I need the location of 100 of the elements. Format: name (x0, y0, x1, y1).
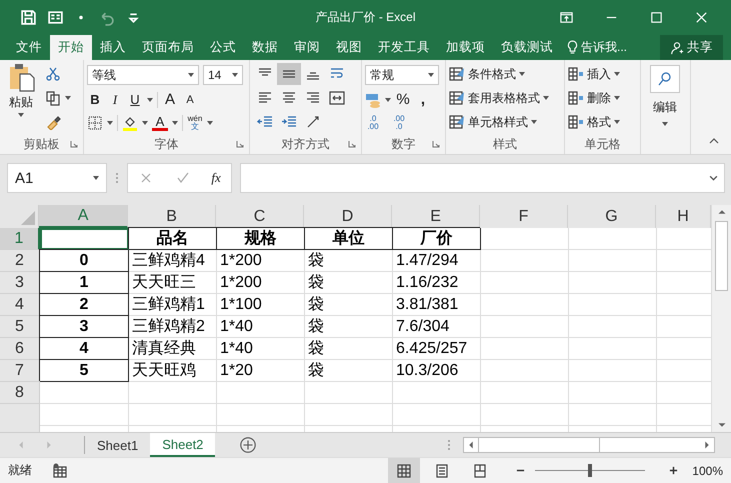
ribbon-tab[interactable]: 公式 (202, 35, 244, 60)
dialog-launcher-icon[interactable] (236, 140, 244, 148)
table-cell[interactable]: 袋 (305, 294, 393, 316)
table-cell[interactable]: 单位 (305, 228, 393, 250)
table-cell[interactable]: 3.81/381 (393, 294, 481, 316)
table-cell[interactable]: 10.3/206 (393, 360, 481, 382)
column-header[interactable]: A (39, 205, 128, 228)
formula-input[interactable] (240, 163, 725, 193)
decrease-decimal-button[interactable]: .00 .0 (391, 114, 407, 131)
table-cell[interactable]: 1.16/232 (393, 272, 481, 294)
caret-icon[interactable] (147, 98, 153, 102)
font-size-field[interactable]: 14 (203, 65, 243, 86)
zoom-in-icon[interactable] (669, 466, 678, 475)
zoom-level[interactable]: 100% (692, 464, 723, 478)
scrollbar-thumb[interactable] (715, 221, 728, 291)
font-color-button[interactable]: A (152, 114, 168, 131)
caret-icon[interactable] (107, 120, 113, 125)
percent-button[interactable]: % (395, 91, 411, 108)
shrink-font-button[interactable]: A (182, 94, 198, 106)
table-cell[interactable]: 规格 (217, 228, 305, 250)
dialog-launcher-icon[interactable] (348, 140, 356, 148)
table-cell[interactable]: 袋 (305, 250, 393, 272)
name-box[interactable]: A1 (7, 163, 107, 193)
table-cell[interactable]: 三鲜鸡精4 (129, 250, 217, 272)
style-menu-button[interactable]: 条件格式 (449, 66, 561, 82)
bold-button[interactable]: B (87, 92, 103, 108)
insert-function-button[interactable]: fx (211, 170, 221, 186)
cells-menu-button[interactable]: 删除 (568, 90, 637, 106)
borders-icon[interactable] (87, 114, 103, 131)
comma-button[interactable]: , (415, 91, 431, 108)
table-cell[interactable]: 1*20 (217, 360, 305, 382)
format-painter-icon[interactable] (45, 114, 61, 130)
cut-icon[interactable] (45, 66, 61, 82)
ribbon-options-icon[interactable] (559, 10, 574, 25)
number-format-field[interactable]: 常规 (365, 65, 439, 86)
ribbon-tab[interactable]: 开始 (50, 35, 92, 60)
table-cell[interactable]: 3 (40, 316, 129, 338)
horizontal-scrollbar[interactable] (463, 437, 715, 453)
increase-decimal-button[interactable]: .0 .00 (365, 114, 381, 131)
underline-button[interactable]: U (127, 92, 143, 108)
dialog-launcher-icon[interactable] (432, 140, 440, 148)
grow-font-button[interactable]: A (162, 91, 178, 108)
italic-button[interactable]: I (107, 92, 123, 108)
dialog-launcher-icon[interactable] (70, 140, 78, 148)
add-sheet-icon[interactable] (239, 436, 258, 454)
ribbon-tab[interactable]: 开发工具 (370, 35, 438, 60)
table-cell[interactable]: 天天旺三 (129, 272, 217, 294)
table-cell[interactable]: 厂价 (393, 228, 481, 250)
paste-button[interactable]: 粘贴 (3, 62, 39, 134)
table-cell[interactable]: 2 (40, 294, 129, 316)
table-cell[interactable]: 袋 (305, 316, 393, 338)
caret-icon[interactable] (709, 175, 718, 181)
ribbon-tab[interactable]: 加载项 (438, 35, 493, 60)
zoom-slider-thumb[interactable] (588, 464, 592, 477)
table-cell[interactable]: 三鲜鸡精1 (129, 294, 217, 316)
ribbon-tab[interactable]: 视图 (328, 35, 370, 60)
table-cell[interactable]: 清真经典 (129, 338, 217, 360)
table-cell[interactable]: 1.47/294 (393, 250, 481, 272)
table-cell[interactable]: 0 (40, 250, 129, 272)
share-button[interactable]: 共享 (660, 35, 723, 60)
close-icon[interactable] (694, 10, 709, 25)
caret-icon[interactable] (207, 120, 213, 125)
table-cell[interactable] (40, 228, 129, 250)
ribbon-tab[interactable]: 文件 (8, 35, 50, 60)
table-cell[interactable]: 袋 (305, 360, 393, 382)
editing-button[interactable]: 编辑 (644, 62, 686, 126)
save-icon[interactable] (20, 9, 37, 26)
table-cell[interactable]: 4 (40, 338, 129, 360)
caret-icon[interactable] (385, 98, 391, 102)
ribbon-tab[interactable]: 数据 (244, 35, 286, 60)
sheet-tab[interactable]: Sheet1 (85, 433, 150, 457)
table-cell[interactable]: 1*100 (217, 294, 305, 316)
phonetic-button[interactable]: wén 文 (187, 114, 203, 131)
table-cell[interactable]: 三鲜鸡精2 (129, 316, 217, 338)
style-menu-button[interactable]: 套用表格格式 (449, 90, 561, 106)
table-cell[interactable]: 1*200 (217, 272, 305, 294)
drag-handle-icon[interactable] (447, 437, 451, 453)
row-header[interactable]: 1 (0, 228, 40, 250)
font-name-field[interactable]: 等线 (87, 65, 199, 86)
table-cell[interactable]: 1*40 (217, 316, 305, 338)
normal-view-button[interactable] (388, 458, 420, 483)
cells-menu-button[interactable]: 插入 (568, 66, 637, 82)
style-menu-button[interactable]: 单元格样式 (449, 114, 561, 130)
ribbon-tab[interactable]: 审阅 (286, 35, 328, 60)
table-cell[interactable]: 1*200 (217, 250, 305, 272)
macro-record-icon[interactable] (52, 462, 68, 478)
collapse-ribbon-icon[interactable] (709, 138, 719, 144)
sheet-tab[interactable]: Sheet2 (150, 433, 216, 457)
table-cell[interactable]: 袋 (305, 338, 393, 360)
table-cell[interactable]: 7.6/304 (393, 316, 481, 338)
caret-icon[interactable] (142, 120, 148, 125)
maximize-icon[interactable] (649, 10, 664, 25)
table-cell[interactable]: 品名 (129, 228, 217, 250)
table-cell[interactable]: 6.425/257 (393, 338, 481, 360)
copy-icon[interactable] (45, 90, 61, 106)
table-cell[interactable]: 1 (40, 272, 129, 294)
ribbon-tab[interactable]: 负载测试 (493, 35, 561, 60)
table-cell[interactable]: 5 (40, 360, 129, 382)
tell-me-field[interactable]: 告诉我... (581, 39, 628, 56)
fill-color-icon[interactable] (122, 114, 138, 131)
